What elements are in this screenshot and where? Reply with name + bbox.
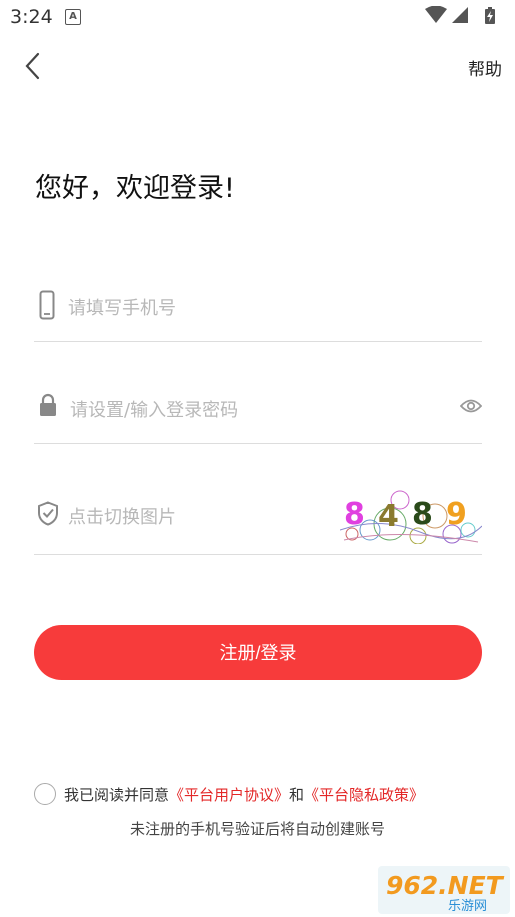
agreement-checkbox[interactable]	[34, 783, 56, 805]
wifi-icon	[425, 6, 447, 23]
notification-icon: A	[65, 9, 81, 25]
captcha-input[interactable]: 点击切换图片 8 4 8 9	[34, 490, 482, 555]
captcha-char: 9	[446, 497, 467, 532]
phone-input[interactable]: 请填写手机号	[34, 282, 482, 342]
captcha-image[interactable]: 8 4 8 9	[340, 486, 482, 544]
captcha-char: 8	[412, 497, 433, 532]
password-placeholder: 请设置/输入登录密码	[70, 400, 239, 421]
user-agreement-link[interactable]: 《平台用户协议》	[169, 786, 289, 804]
watermark-logo: 962.NET 乐游网	[378, 866, 510, 914]
agreement-and: 和	[289, 786, 305, 804]
privacy-policy-link[interactable]: 《平台隐私政策》	[304, 786, 424, 804]
agreement-text: 我已阅读并同意《平台用户协议》和《平台隐私政策》	[64, 784, 424, 805]
register-login-button[interactable]: 注册/登录	[34, 625, 482, 680]
signal-icon	[452, 7, 468, 23]
battery-icon	[485, 7, 495, 24]
registration-note: 未注册的手机号验证后将自动创建账号	[129, 820, 385, 838]
mobile-phone-icon	[39, 290, 55, 320]
back-chevron-left-icon[interactable]	[22, 50, 44, 82]
svg-text:乐游网: 乐游网	[448, 899, 487, 914]
status-icons	[425, 6, 495, 24]
eye-icon[interactable]	[460, 398, 482, 414]
page-title: 您好，欢迎登录!	[35, 173, 235, 204]
status-time: 3:24	[10, 6, 53, 28]
phone-placeholder: 请填写手机号	[68, 298, 176, 319]
captcha-char: 8	[344, 497, 365, 532]
shield-check-icon	[38, 501, 58, 526]
captcha-placeholder: 点击切换图片	[68, 507, 176, 528]
captcha-char: 4	[378, 499, 399, 534]
password-input[interactable]: 请设置/输入登录密码	[34, 384, 482, 444]
help-button[interactable]: 帮助	[468, 55, 502, 80]
agreement-prefix: 我已阅读并同意	[64, 786, 170, 804]
svg-text:962.NET: 962.NET	[386, 871, 505, 900]
lock-icon	[40, 393, 56, 416]
